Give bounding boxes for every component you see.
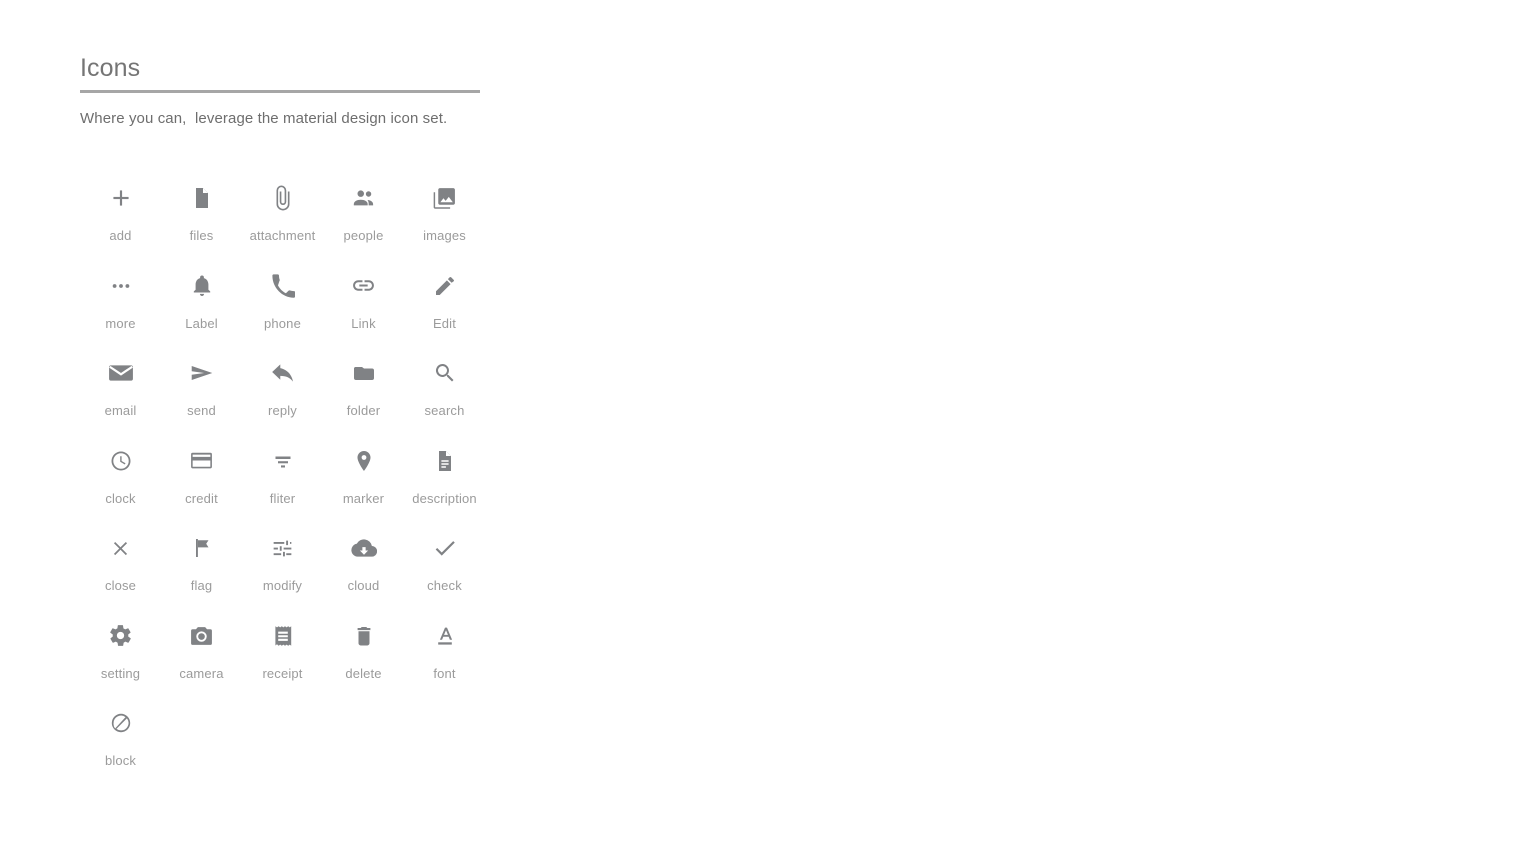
icon-grid: add files attachment people images more Label p… — [80, 172, 490, 785]
envelope-icon[interactable] — [99, 351, 143, 395]
credit-card-icon[interactable] — [180, 439, 224, 483]
clock-icon[interactable] — [99, 439, 143, 483]
document-icon[interactable] — [180, 176, 224, 220]
icon-cell-fliter[interactable]: fliter — [242, 435, 323, 523]
icon-cell-camera[interactable]: camera — [161, 610, 242, 698]
page-title: Icons — [80, 54, 141, 82]
icon-label: phone — [264, 315, 301, 331]
flag-icon[interactable] — [180, 526, 224, 570]
plus-icon[interactable] — [99, 176, 143, 220]
paperclip-icon[interactable] — [261, 176, 305, 220]
icon-label: block — [104, 753, 137, 768]
close-x-icon[interactable] — [99, 526, 143, 570]
font-format-icon[interactable] — [423, 614, 467, 658]
icon-cell-search[interactable]: search — [404, 347, 485, 435]
icon-cell-credit[interactable]: credit — [161, 435, 242, 523]
title-divider — [80, 90, 480, 93]
icon-cell-email[interactable]: email — [80, 347, 161, 435]
icon-cell-link[interactable]: Link — [323, 260, 404, 348]
tune-sliders-icon[interactable] — [261, 526, 305, 570]
bell-icon[interactable] — [180, 264, 224, 308]
gear-icon[interactable] — [99, 614, 143, 658]
icon-label: description — [412, 490, 477, 506]
icon-label: clock — [105, 490, 136, 506]
icon-cell-marker[interactable]: marker — [323, 435, 404, 523]
icon-cell-more[interactable]: more — [80, 260, 161, 348]
icon-cell-edit[interactable]: Edit — [404, 260, 485, 348]
icon-label: receipt — [262, 665, 303, 681]
icon-label: delete — [345, 665, 382, 681]
icon-label: credit — [185, 490, 218, 506]
icon-cell-folder[interactable]: folder — [323, 347, 404, 435]
icon-cell-close[interactable]: close — [80, 522, 161, 610]
icon-label: font — [433, 665, 456, 681]
icon-cell-cloud[interactable]: cloud — [323, 522, 404, 610]
icon-label: reply — [268, 403, 297, 418]
page-header: Icons — [80, 52, 480, 93]
photo-library-icon[interactable] — [423, 176, 467, 220]
icon-label: folder — [346, 403, 381, 418]
icon-label: images — [423, 228, 466, 243]
camera-icon[interactable] — [180, 614, 224, 658]
icon-cell-flag[interactable]: flag — [161, 522, 242, 610]
trash-icon[interactable] — [342, 614, 386, 658]
pencil-icon[interactable] — [423, 264, 467, 308]
ellipsis-icon[interactable] — [99, 264, 143, 308]
icon-cell-images[interactable]: images — [404, 172, 485, 260]
map-pin-icon[interactable] — [342, 439, 386, 483]
send-icon[interactable] — [180, 351, 224, 395]
icon-label: send — [187, 403, 216, 418]
icon-cell-send[interactable]: send — [161, 347, 242, 435]
icon-label: modify — [262, 578, 303, 593]
icon-cell-modify[interactable]: modify — [242, 522, 323, 610]
icon-label: Edit — [432, 315, 456, 331]
icons-page: Icons Where you can, leverage the materi… — [0, 0, 1518, 863]
magnifier-icon[interactable] — [423, 351, 467, 395]
receipt-icon[interactable] — [261, 614, 305, 658]
icon-label: flag — [190, 578, 213, 593]
icon-label: Link — [351, 315, 376, 331]
people-icon[interactable] — [342, 176, 386, 220]
icon-cell-block[interactable]: block — [80, 697, 161, 785]
cloud-download-icon[interactable] — [342, 526, 386, 570]
filter-list-icon[interactable] — [261, 439, 305, 483]
icon-cell-delete[interactable]: delete — [323, 610, 404, 698]
icon-cell-clock[interactable]: clock — [80, 435, 161, 523]
icon-label: Label — [185, 315, 218, 331]
icon-label: check — [427, 578, 462, 593]
reply-arrow-icon[interactable] — [261, 351, 305, 395]
icon-cell-people[interactable]: people — [323, 172, 404, 260]
icon-cell-add[interactable]: add — [80, 172, 161, 260]
page-subtitle: Where you can, leverage the material des… — [80, 110, 448, 127]
icon-label: close — [104, 578, 137, 593]
icon-cell-label[interactable]: Label — [161, 260, 242, 348]
icon-label: marker — [342, 490, 385, 506]
icon-cell-reply[interactable]: reply — [242, 347, 323, 435]
icon-cell-check[interactable]: check — [404, 522, 485, 610]
icon-label: people — [343, 228, 384, 243]
folder-icon[interactable] — [342, 351, 386, 395]
phone-icon[interactable] — [261, 264, 305, 308]
icon-cell-receipt[interactable]: receipt — [242, 610, 323, 698]
icon-label: setting — [100, 665, 141, 681]
icon-label: search — [424, 403, 465, 418]
icon-label: more — [105, 315, 136, 331]
link-icon[interactable] — [342, 264, 386, 308]
icon-cell-files[interactable]: files — [161, 172, 242, 260]
block-icon[interactable] — [99, 701, 143, 745]
description-icon[interactable] — [423, 439, 467, 483]
icon-cell-font[interactable]: font — [404, 610, 485, 698]
icon-label: attachment — [249, 228, 316, 243]
checkmark-icon[interactable] — [423, 526, 467, 570]
icon-label: add — [109, 228, 132, 243]
icon-label: files — [189, 228, 214, 243]
icon-label: fliter — [269, 490, 296, 506]
icon-cell-setting[interactable]: setting — [80, 610, 161, 698]
icon-cell-attachment[interactable]: attachment — [242, 172, 323, 260]
icon-cell-description[interactable]: description — [404, 435, 485, 523]
icon-cell-phone[interactable]: phone — [242, 260, 323, 348]
icon-label: camera — [179, 665, 224, 681]
icon-label: email — [104, 403, 137, 418]
icon-label: cloud — [347, 578, 380, 593]
